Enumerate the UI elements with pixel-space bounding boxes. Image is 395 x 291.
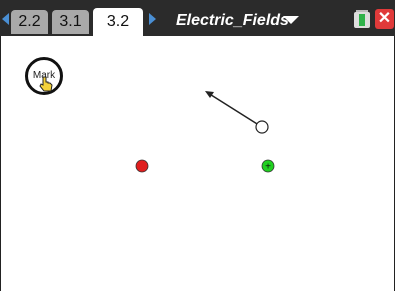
tab-3-1[interactable]: 3.1 (52, 10, 89, 34)
close-icon[interactable]: ✕ (375, 9, 394, 29)
hand-pointer-icon (39, 76, 53, 92)
title-bar: 2.2 3.1 3.2 Electric_Fields ✕ (0, 0, 395, 36)
mark-button[interactable]: Mark (25, 57, 63, 95)
triangle-left-icon[interactable] (2, 13, 9, 25)
tab-2-2[interactable]: 2.2 (11, 10, 48, 34)
triangle-right-icon[interactable] (149, 13, 156, 25)
tab-3-2[interactable]: 3.2 (93, 8, 143, 36)
battery-icon (354, 10, 370, 28)
document-title[interactable]: Electric_Fields (176, 10, 289, 32)
chevron-down-icon[interactable] (283, 16, 299, 24)
